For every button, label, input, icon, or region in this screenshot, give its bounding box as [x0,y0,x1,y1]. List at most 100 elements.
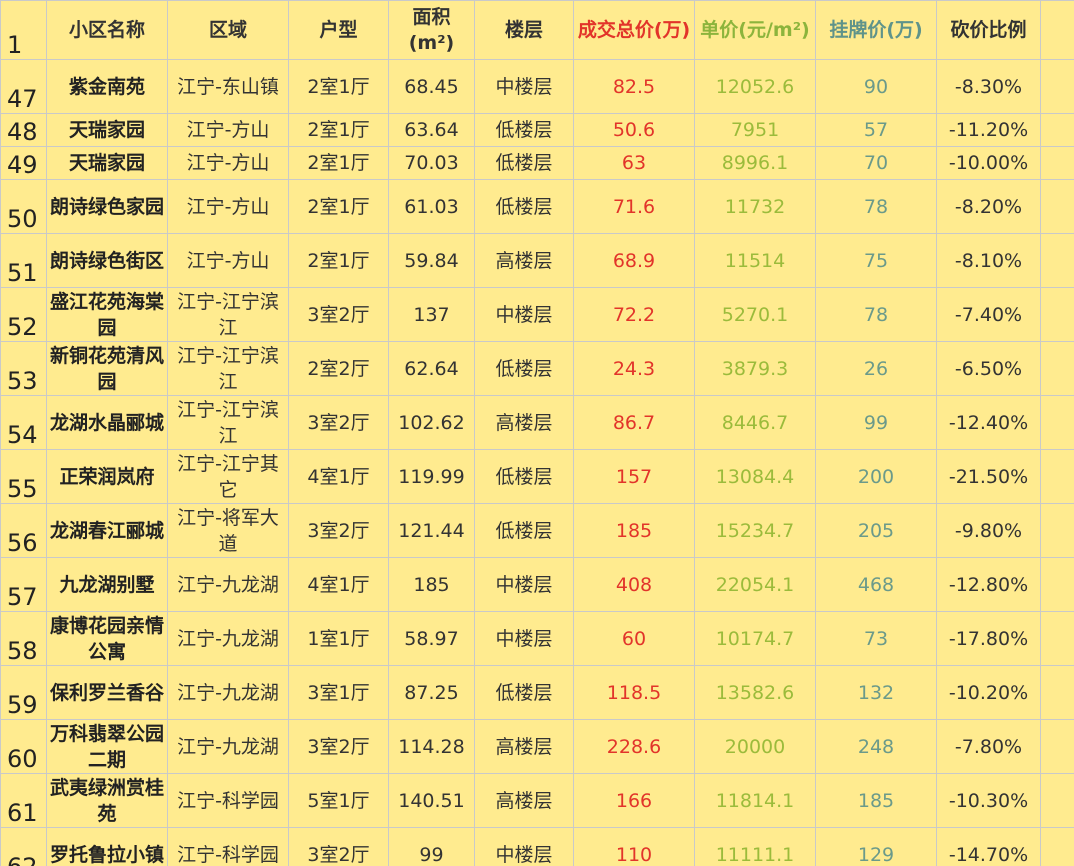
cell-floor[interactable]: 高楼层 [474,719,574,774]
row-number[interactable]: 60 [0,719,47,774]
cell-unit-price[interactable]: 11814.1 [694,773,816,828]
cell-district[interactable]: 江宁-科学园 [167,827,289,866]
empty-cell[interactable] [1040,449,1074,504]
cell-size[interactable]: 137 [388,287,475,342]
cell-discount-ratio[interactable]: -10.20% [936,665,1041,720]
cell-unit-price[interactable]: 11514 [694,233,816,288]
cell-unit-price[interactable]: 3879.3 [694,341,816,396]
cell-size[interactable]: 58.97 [388,611,475,666]
cell-size[interactable]: 70.03 [388,146,475,180]
cell-list-price[interactable]: 26 [815,341,937,396]
cell-size[interactable]: 102.62 [388,395,475,450]
cell-discount-ratio[interactable]: -12.40% [936,395,1041,450]
cell-list-price[interactable]: 248 [815,719,937,774]
row-number[interactable]: 57 [0,557,47,612]
cell-discount-ratio[interactable]: -7.40% [936,287,1041,342]
cell-district[interactable]: 江宁-九龙湖 [167,719,289,774]
cell-community-name[interactable]: 天瑞家园 [46,113,168,147]
cell-list-price[interactable]: 75 [815,233,937,288]
cell-floor[interactable]: 低楼层 [474,341,574,396]
row-number[interactable]: 62 [0,827,47,866]
cell-floor[interactable]: 低楼层 [474,503,574,558]
cell-community-name[interactable]: 正荣润岚府 [46,449,168,504]
cell-discount-ratio[interactable]: -8.10% [936,233,1041,288]
cell-floor[interactable]: 高楼层 [474,395,574,450]
row-number[interactable]: 54 [0,395,47,450]
cell-total-price[interactable]: 166 [573,773,695,828]
cell-size[interactable]: 185 [388,557,475,612]
cell-discount-ratio[interactable]: -17.80% [936,611,1041,666]
cell-community-name[interactable]: 罗托鲁拉小镇 [46,827,168,866]
cell-total-price[interactable]: 110 [573,827,695,866]
cell-floor[interactable]: 低楼层 [474,665,574,720]
cell-unit-price[interactable]: 13084.4 [694,449,816,504]
cell-community-name[interactable]: 保利罗兰香谷 [46,665,168,720]
cell-size[interactable]: 61.03 [388,179,475,234]
cell-layout[interactable]: 3室2厅 [288,827,389,866]
cell-floor[interactable]: 中楼层 [474,827,574,866]
cell-discount-ratio[interactable]: -12.80% [936,557,1041,612]
cell-community-name[interactable]: 朗诗绿色街区 [46,233,168,288]
cell-discount-ratio[interactable]: -8.20% [936,179,1041,234]
cell-size[interactable]: 99 [388,827,475,866]
row-number[interactable]: 56 [0,503,47,558]
cell-size[interactable]: 63.64 [388,113,475,147]
cell-total-price[interactable]: 408 [573,557,695,612]
cell-community-name[interactable]: 康博花园亲情公寓 [46,611,168,666]
cell-floor[interactable]: 中楼层 [474,557,574,612]
empty-cell[interactable] [1040,557,1074,612]
cell-layout[interactable]: 4室1厅 [288,557,389,612]
cell-district[interactable]: 江宁-九龙湖 [167,665,289,720]
cell-total-price[interactable]: 68.9 [573,233,695,288]
cell-total-price[interactable]: 82.5 [573,59,695,114]
cell-floor[interactable]: 低楼层 [474,113,574,147]
cell-district[interactable]: 江宁-九龙湖 [167,611,289,666]
empty-cell[interactable] [1040,59,1074,114]
cell-unit-price[interactable]: 11111.1 [694,827,816,866]
cell-floor[interactable]: 中楼层 [474,611,574,666]
empty-cell[interactable] [1040,719,1074,774]
cell-community-name[interactable]: 龙湖水晶郦城 [46,395,168,450]
empty-cell[interactable] [1040,287,1074,342]
cell-size[interactable]: 114.28 [388,719,475,774]
cell-total-price[interactable]: 157 [573,449,695,504]
row-number[interactable]: 59 [0,665,47,720]
cell-floor[interactable]: 高楼层 [474,233,574,288]
cell-unit-price[interactable]: 11732 [694,179,816,234]
cell-size[interactable]: 87.25 [388,665,475,720]
cell-unit-price[interactable]: 22054.1 [694,557,816,612]
cell-district[interactable]: 江宁-江宁滨江 [167,395,289,450]
cell-community-name[interactable]: 朗诗绿色家园 [46,179,168,234]
cell-district[interactable]: 江宁-方山 [167,146,289,180]
header-list-price[interactable]: 挂牌价(万) [815,0,937,60]
cell-district[interactable]: 江宁-江宁滨江 [167,287,289,342]
cell-community-name[interactable]: 天瑞家园 [46,146,168,180]
header-district[interactable]: 区域 [167,0,289,60]
cell-total-price[interactable]: 60 [573,611,695,666]
cell-list-price[interactable]: 70 [815,146,937,180]
empty-cell[interactable] [1040,395,1074,450]
cell-total-price[interactable]: 118.5 [573,665,695,720]
cell-discount-ratio[interactable]: -8.30% [936,59,1041,114]
cell-discount-ratio[interactable]: -10.00% [936,146,1041,180]
cell-district[interactable]: 江宁-将军大道 [167,503,289,558]
cell-discount-ratio[interactable]: -7.80% [936,719,1041,774]
cell-unit-price[interactable]: 8446.7 [694,395,816,450]
header-floor[interactable]: 楼层 [474,0,574,60]
header-name[interactable]: 小区名称 [46,0,168,60]
header-size[interactable]: 面积(m²) [388,0,475,60]
empty-cell[interactable] [1040,179,1074,234]
cell-total-price[interactable]: 50.6 [573,113,695,147]
cell-size[interactable]: 121.44 [388,503,475,558]
cell-community-name[interactable]: 紫金南苑 [46,59,168,114]
cell-unit-price[interactable]: 20000 [694,719,816,774]
cell-floor[interactable]: 高楼层 [474,773,574,828]
cell-discount-ratio[interactable]: -11.20% [936,113,1041,147]
cell-list-price[interactable]: 200 [815,449,937,504]
row-number[interactable]: 55 [0,449,47,504]
row-number[interactable]: 47 [0,59,47,114]
cell-community-name[interactable]: 新铜花苑清风园 [46,341,168,396]
cell-size[interactable]: 62.64 [388,341,475,396]
row-number[interactable]: 58 [0,611,47,666]
header-unit-price[interactable]: 单价(元/m²) [694,0,816,60]
